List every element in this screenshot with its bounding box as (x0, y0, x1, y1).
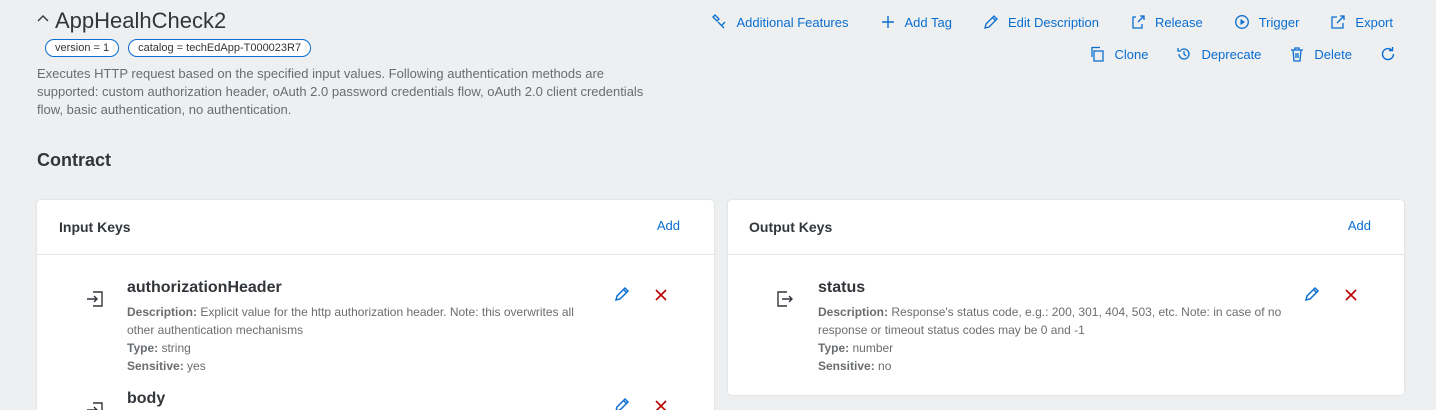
add-output-key-button[interactable]: Add (1348, 218, 1371, 233)
trigger-button[interactable]: Trigger (1234, 14, 1300, 30)
clone-label: Clone (1114, 46, 1149, 62)
close-icon[interactable] (1344, 288, 1358, 302)
export-button[interactable]: Export (1330, 14, 1393, 30)
artifact-description: Executes HTTP request based on the speci… (37, 66, 644, 117)
description-label: Description: (818, 305, 889, 319)
tag-catalog[interactable]: catalog = techEdApp-T000023R7 (128, 39, 312, 57)
output-key-name: status (818, 279, 866, 296)
add-tag-button[interactable]: Add Tag (880, 14, 952, 30)
additional-features-button[interactable]: Additional Features (711, 14, 849, 30)
description-label: Description: (127, 305, 198, 319)
type-value: number (852, 341, 894, 355)
play-icon (1234, 15, 1249, 29)
toolbar-secondary: Clone Deprecate Delete (1061, 46, 1396, 62)
type-label: Type: (127, 341, 159, 355)
pencil-icon (984, 15, 998, 29)
input-key-sensitive: Sensitive: yes (127, 357, 597, 375)
chevron-up-icon[interactable] (36, 12, 50, 26)
input-key-details: Description: Explicit value for the http… (127, 303, 597, 375)
delete-label: Delete (1314, 46, 1352, 62)
sensitive-value: no (878, 359, 892, 373)
output-keys-panel: Output Keys Add status Description: Resp… (728, 200, 1404, 395)
input-keys-panel: Input Keys Add authorizationHeader Descr… (37, 200, 714, 410)
copy-icon (1091, 46, 1105, 62)
tools-icon (712, 14, 726, 29)
delete-button[interactable]: Delete (1289, 46, 1352, 62)
add-input-key-button[interactable]: Add (657, 218, 680, 233)
release-button[interactable]: Release (1130, 14, 1203, 30)
output-key-type: Type: number (818, 339, 1288, 357)
deprecate-label: Deprecate (1201, 46, 1262, 62)
pencil-icon[interactable] (614, 397, 630, 410)
export-icon (1331, 15, 1346, 29)
tag-version[interactable]: version = 1 (45, 39, 120, 57)
refresh-button[interactable] (1380, 46, 1396, 62)
input-keys-header: Input Keys Add (37, 200, 714, 255)
release-icon (1132, 15, 1145, 29)
output-key-details: Description: Response's status code, e.g… (818, 303, 1288, 375)
sensitive-label: Sensitive: (818, 359, 875, 373)
clone-button[interactable]: Clone (1089, 46, 1148, 62)
type-value: string (161, 341, 191, 355)
input-key-name: body (127, 390, 166, 407)
log-in-icon (87, 291, 103, 307)
toolbar-primary: Additional Features Add Tag Edit Descrip… (680, 14, 1393, 30)
release-label: Release (1155, 14, 1203, 30)
deprecate-button[interactable]: Deprecate (1176, 46, 1261, 62)
input-key-description: Description: Explicit value for the http… (127, 303, 597, 339)
plus-icon (881, 16, 894, 28)
export-label: Export (1355, 14, 1393, 30)
add-tag-label: Add Tag (904, 14, 952, 30)
edit-description-button[interactable]: Edit Description (983, 14, 1099, 30)
refresh-icon (1381, 47, 1395, 61)
close-icon[interactable] (654, 288, 668, 302)
pencil-icon[interactable] (1304, 286, 1320, 302)
input-key-type: Type: string (127, 339, 597, 357)
page-title: AppHealhCheck2 (55, 8, 227, 33)
contract-section-title: Contract (37, 150, 112, 170)
log-in-icon (87, 402, 103, 410)
additional-features-label: Additional Features (736, 14, 849, 30)
tag-list: version = 1 catalog = techEdApp-T000023R… (45, 39, 312, 57)
trash-icon (1291, 47, 1304, 62)
output-keys-title: Output Keys (749, 219, 833, 235)
input-keys-title: Input Keys (59, 219, 131, 235)
history-icon (1177, 48, 1191, 60)
sensitive-label: Sensitive: (127, 359, 184, 373)
sensitive-value: yes (187, 359, 206, 373)
close-icon[interactable] (654, 399, 668, 410)
output-key-sensitive: Sensitive: no (818, 357, 1288, 375)
input-key-name: authorizationHeader (127, 279, 282, 296)
edit-description-label: Edit Description (1007, 14, 1100, 30)
trigger-label: Trigger (1258, 14, 1300, 30)
pencil-icon[interactable] (614, 286, 630, 302)
log-out-icon (777, 291, 793, 307)
output-keys-header: Output Keys Add (728, 200, 1404, 255)
output-key-description: Description: Response's status code, e.g… (818, 303, 1288, 339)
type-label: Type: (818, 341, 850, 355)
description-value: Response's status code, e.g.: 200, 301, … (818, 305, 1282, 337)
